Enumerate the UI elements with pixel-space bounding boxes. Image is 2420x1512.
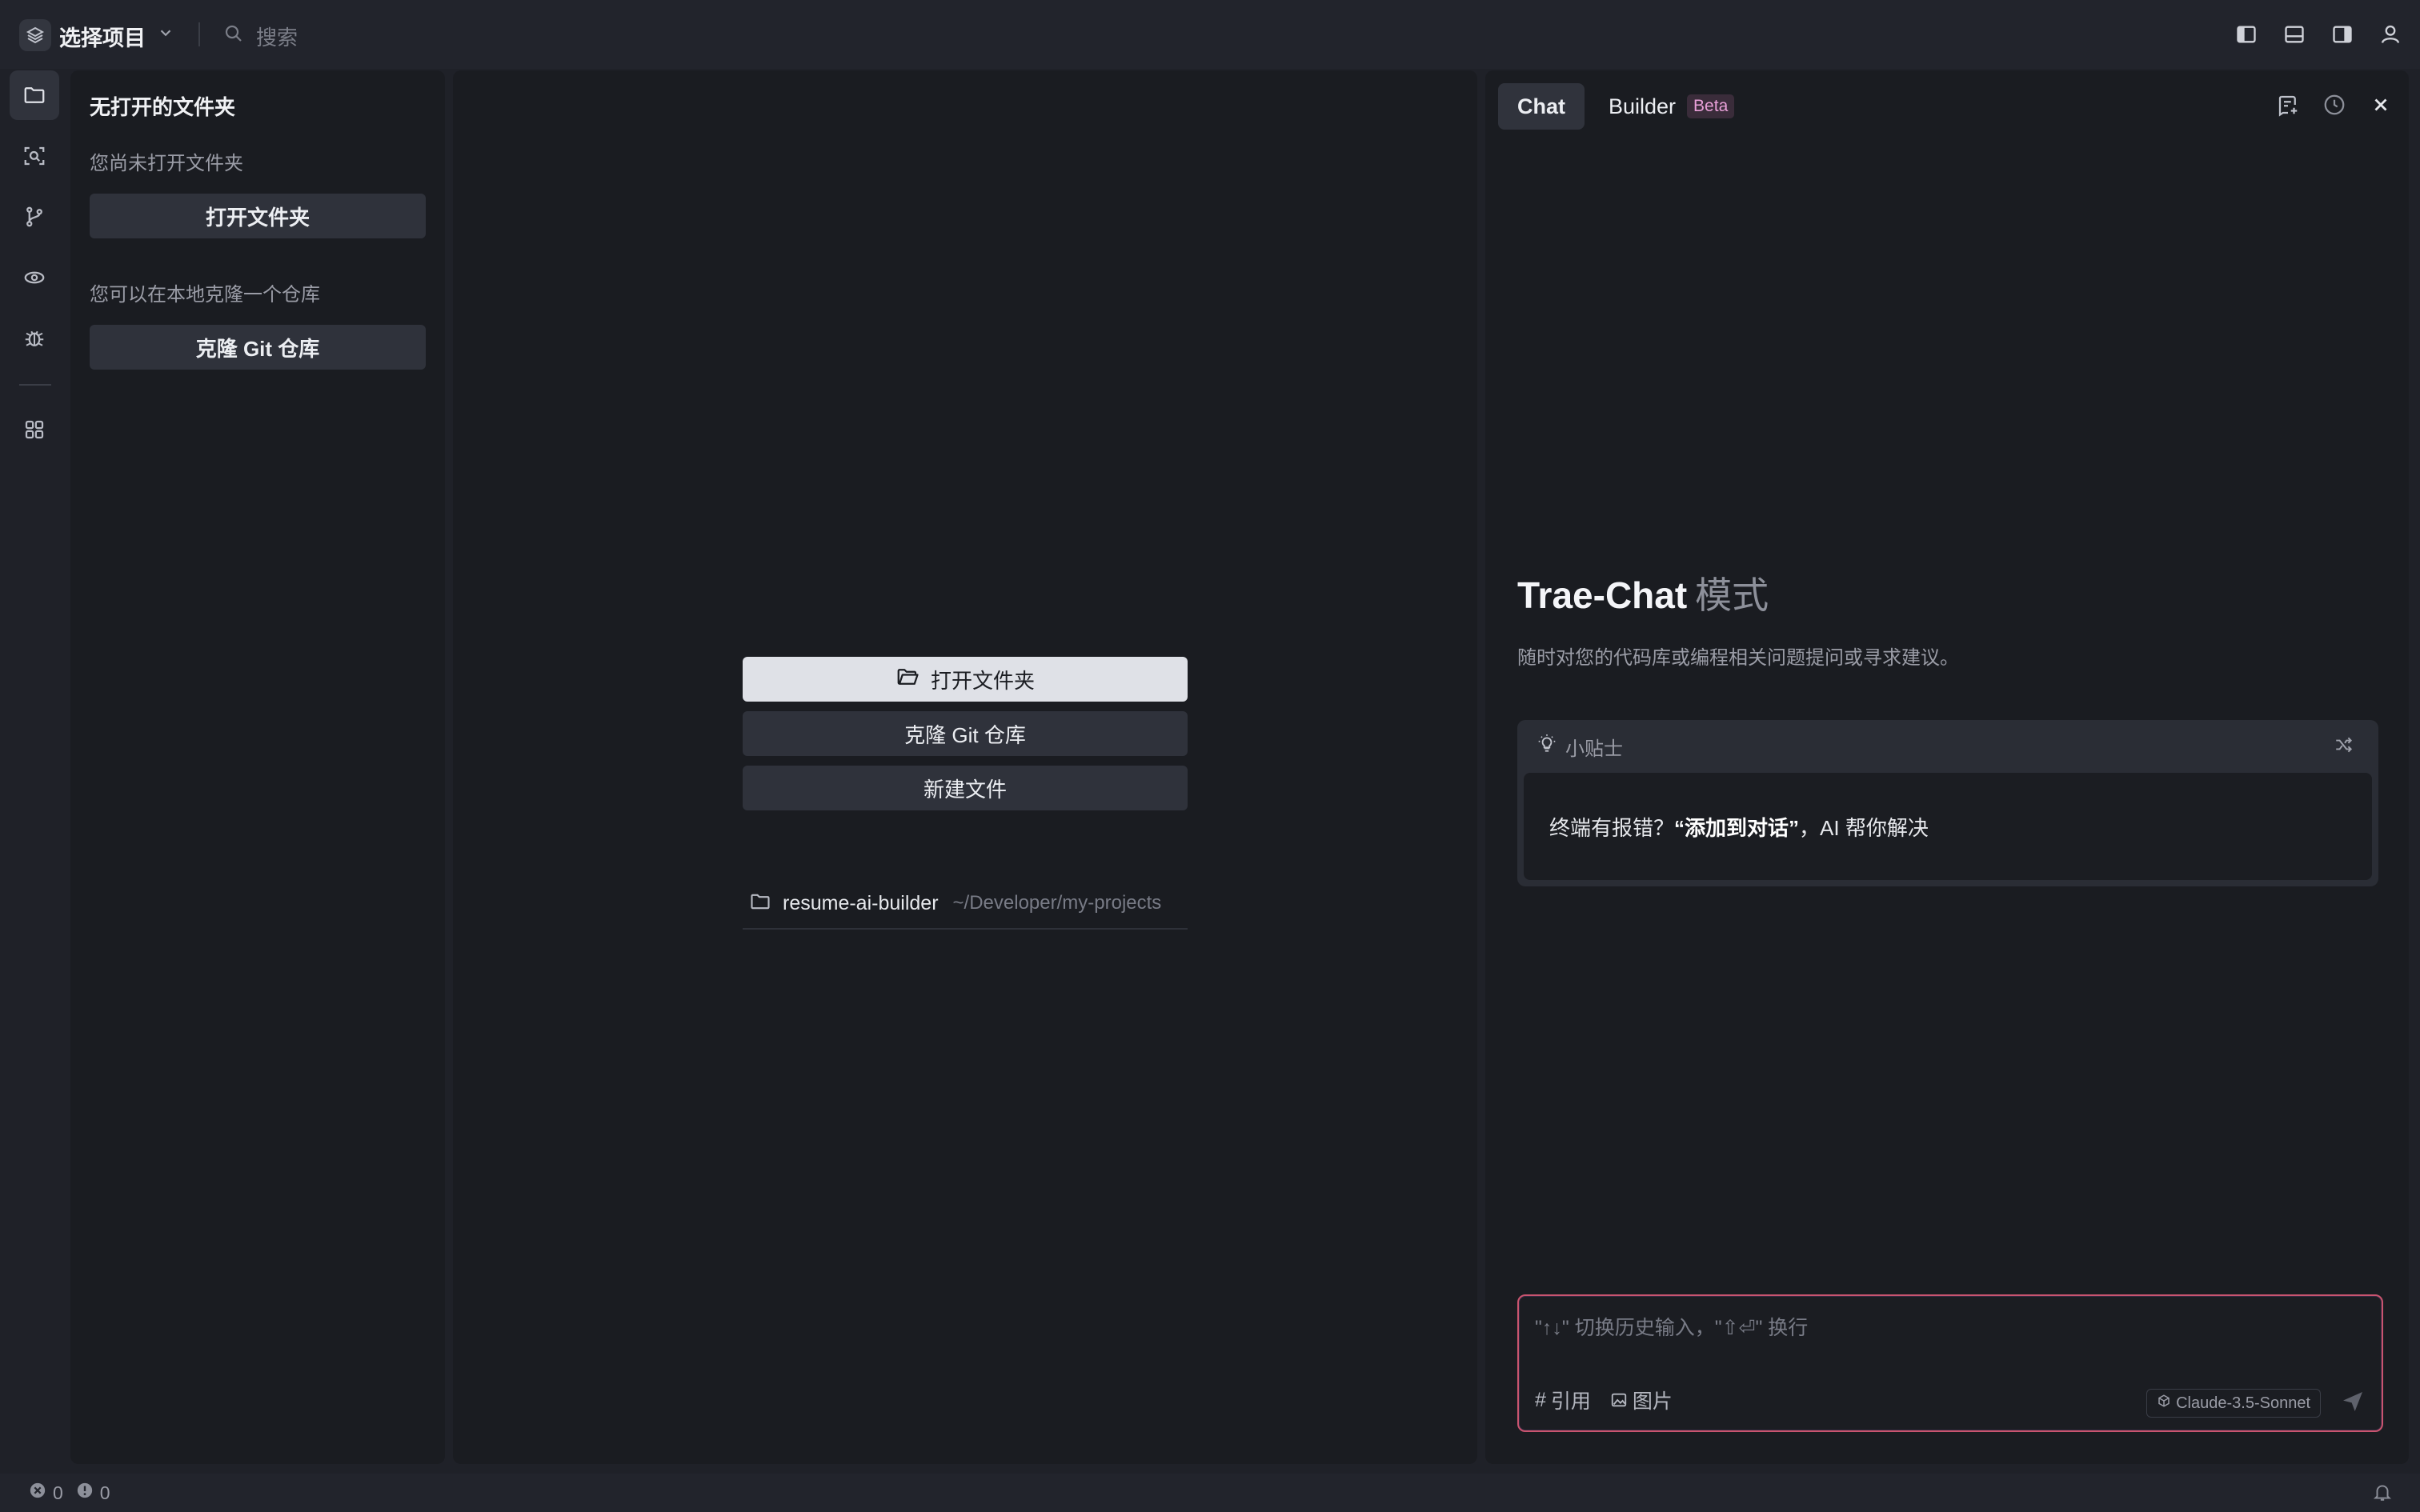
open-folder-button[interactable]: 打开文件夹	[743, 657, 1188, 702]
reference-button[interactable]: # 引用	[1535, 1386, 1591, 1414]
toggle-panel-icon[interactable]	[2281, 21, 2308, 48]
history-icon[interactable]	[2321, 91, 2348, 118]
mode-suffix: 模式	[1695, 574, 1769, 616]
new-file-button[interactable]: 新建文件	[743, 766, 1188, 810]
project-logo-icon[interactable]	[19, 19, 51, 51]
lightbulb-icon	[1537, 734, 1557, 760]
search-icon[interactable]	[224, 24, 243, 47]
titlebar-divider	[198, 22, 200, 46]
tab-builder-label: Builder	[1609, 94, 1677, 118]
model-name: Claude-3.5-Sonnet	[2176, 1394, 2310, 1412]
folder-icon	[749, 890, 771, 917]
sidebar-clone-repo-button[interactable]: 克隆 Git 仓库	[90, 325, 426, 370]
debug-icon[interactable]	[10, 314, 59, 363]
tips-card: 小贴士 终端有报错？ “添加到对话” ，AI 帮你解决	[1517, 720, 2378, 886]
editor-welcome: 打开文件夹 克隆 Git 仓库 新建文件 resume-ai-builder ~…	[453, 70, 1477, 1464]
cube-icon	[2157, 1394, 2171, 1413]
explorer-icon[interactable]	[10, 70, 59, 120]
tab-chat[interactable]: Chat	[1498, 83, 1585, 130]
hash-icon: #	[1535, 1388, 1546, 1411]
title-bar: 选择项目 搜索	[0, 0, 2420, 69]
chat-input-placeholder[interactable]: "↑↓" 切换历史输入，"⇧⏎" 换行	[1535, 1312, 1808, 1341]
bell-icon[interactable]	[2372, 1482, 2393, 1506]
new-chat-icon[interactable]	[2274, 91, 2302, 118]
source-control-icon[interactable]	[10, 192, 59, 242]
model-selector[interactable]: Claude-3.5-Sonnet	[2146, 1389, 2321, 1418]
error-count: 0	[53, 1482, 63, 1503]
activity-divider	[19, 384, 51, 386]
chat-input[interactable]: "↑↓" 切换历史输入，"⇧⏎" 换行 # 引用 图片 Claude-3.5-S…	[1517, 1294, 2383, 1432]
sidebar-open-folder-button[interactable]: 打开文件夹	[90, 194, 426, 238]
search-code-icon[interactable]	[10, 131, 59, 181]
mode-name: Trae-Chat	[1517, 574, 1688, 616]
tip-content: 终端有报错？ “添加到对话” ，AI 帮你解决	[1524, 773, 2372, 880]
reference-label: 引用	[1550, 1390, 1591, 1413]
chevron-down-icon[interactable]	[157, 24, 174, 46]
activity-bar	[0, 69, 70, 1474]
mode-title: Trae-Chat 模式	[1517, 566, 1769, 619]
no-folder-message: 您尚未打开文件夹	[90, 153, 243, 174]
tip-prefix: 终端有报错？	[1549, 815, 1675, 840]
warning-icon	[76, 1482, 94, 1504]
sidebar-title: 无打开的文件夹	[90, 95, 236, 119]
tip-highlight: “添加到对话”	[1674, 815, 1800, 840]
search-input[interactable]: 搜索	[256, 22, 298, 51]
status-bar: 0 0	[0, 1474, 2420, 1512]
open-folder-label: 打开文件夹	[930, 668, 1035, 693]
toggle-chat-icon[interactable]	[2329, 21, 2356, 48]
tip-suffix: ，AI 帮你解决	[1799, 815, 1929, 840]
recent-project-item[interactable]: resume-ai-builder ~/Developer/my-project…	[743, 878, 1188, 930]
warning-count: 0	[99, 1482, 110, 1503]
image-button[interactable]: 图片	[1610, 1386, 1673, 1414]
clone-repo-button[interactable]: 克隆 Git 仓库	[743, 711, 1188, 756]
close-icon[interactable]	[2367, 91, 2394, 118]
send-icon[interactable]	[2337, 1387, 2369, 1416]
project-selector-label[interactable]: 选择项目	[59, 21, 146, 52]
explorer-sidebar: 无打开的文件夹 您尚未打开文件夹 打开文件夹 您可以在本地克隆一个仓库 克隆 G…	[70, 70, 445, 1464]
image-label: 图片	[1632, 1390, 1673, 1413]
mode-description: 随时对您的代码库或编程相关问题提问或寻求建议。	[1517, 647, 1959, 669]
image-icon	[1610, 1391, 1628, 1409]
recent-project-path: ~/Developer/my-projects	[952, 892, 1162, 914]
tab-chat-label: Chat	[1517, 94, 1565, 118]
extensions-icon[interactable]	[10, 405, 59, 454]
shuffle-icon[interactable]	[2334, 734, 2354, 759]
account-icon[interactable]	[2377, 21, 2404, 48]
beta-badge: Beta	[1687, 94, 1735, 118]
problems-indicator[interactable]: 0 0	[29, 1482, 110, 1504]
remote-explorer-icon[interactable]	[10, 253, 59, 302]
toggle-sidebar-icon[interactable]	[2233, 21, 2260, 48]
tab-builder[interactable]: Builder Beta	[1589, 83, 1753, 130]
recent-project-name: resume-ai-builder	[783, 891, 939, 914]
folder-open-icon	[895, 665, 920, 694]
chat-panel: Chat Builder Beta Trae-Chat 模式 随时对您的代码库或编…	[1485, 70, 2409, 1464]
clone-message: 您可以在本地克隆一个仓库	[90, 284, 320, 306]
error-icon	[29, 1482, 46, 1504]
tips-title: 小贴士	[1565, 738, 1623, 760]
